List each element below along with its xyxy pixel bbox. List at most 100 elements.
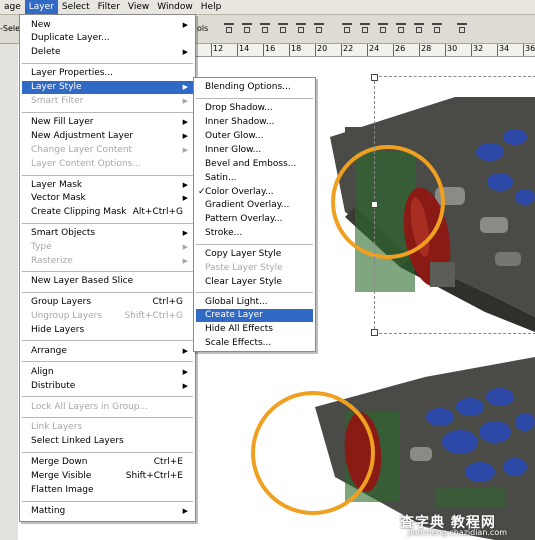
menu-item-group-layers[interactable]: Group Layers Ctrl+G bbox=[22, 296, 193, 309]
menu-item-outer-glow[interactable]: Outer Glow... bbox=[196, 130, 313, 143]
menu-window[interactable]: Window bbox=[153, 0, 197, 14]
align-right-icon[interactable] bbox=[312, 20, 327, 36]
menu-separator bbox=[22, 501, 193, 502]
menu-item-merge-down[interactable]: Merge Down Ctrl+E bbox=[22, 456, 193, 469]
menu-item-distribute[interactable]: Distribute ▶ bbox=[22, 380, 193, 393]
menu-item-global-light[interactable]: Global Light... bbox=[196, 296, 313, 309]
align-left-icon[interactable] bbox=[276, 20, 291, 36]
submenu-arrow-icon: ▶ bbox=[182, 97, 188, 105]
menu-item-layer-mask[interactable]: Layer Mask ▶ bbox=[22, 179, 193, 192]
distribute-right-icon[interactable] bbox=[430, 20, 445, 36]
menu-item-create-layer[interactable]: Create Layer bbox=[196, 309, 313, 322]
menu-item-type[interactable]: Type ▶ bbox=[22, 241, 193, 254]
menu-separator bbox=[22, 361, 193, 362]
menu-item-change-layer-content[interactable]: Change Layer Content ▶ bbox=[22, 144, 193, 157]
menu-item-rasterize[interactable]: Rasterize ▶ bbox=[22, 255, 193, 268]
menu-item-matting[interactable]: Matting ▶ bbox=[22, 505, 193, 518]
distribute-vcenter-icon[interactable] bbox=[358, 20, 373, 36]
menu-item-layer-style[interactable]: Layer Style ▶ bbox=[22, 81, 193, 94]
submenu-arrow-icon: ▶ bbox=[182, 347, 188, 355]
ruler-tick: 36 bbox=[523, 44, 535, 56]
ruler-tick: 12 bbox=[211, 44, 223, 56]
menu-item-stroke[interactable]: Stroke... bbox=[196, 227, 313, 240]
menu-item-ungroup-layers[interactable]: Ungroup Layers Shift+Ctrl+G bbox=[22, 310, 193, 323]
menu-item-delete[interactable]: Delete ▶ bbox=[22, 46, 193, 59]
horizontal-ruler[interactable]: 12 14 16 18 20 22 24 26 28 30 32 34 36 bbox=[195, 44, 535, 57]
menu-item-link-layers[interactable]: Link Layers bbox=[22, 421, 193, 434]
menu-item-color-overlay[interactable]: ✓ Color Overlay... bbox=[196, 186, 313, 199]
menu-item-align[interactable]: Align ▶ bbox=[22, 366, 193, 379]
menu-select[interactable]: Select bbox=[58, 0, 94, 14]
layer-menu: New ▶ Duplicate Layer... Delete ▶ Layer Pr… bbox=[19, 14, 196, 522]
align-buttons bbox=[222, 20, 327, 38]
transform-bounding-box[interactable] bbox=[374, 76, 535, 334]
ruler-tick: 14 bbox=[237, 44, 249, 56]
menu-item-inner-glow[interactable]: Inner Glow... bbox=[196, 144, 313, 157]
menu-item-hide-all-effects[interactable]: Hide All Effects bbox=[196, 323, 313, 336]
auto-align-button bbox=[455, 20, 470, 38]
menu-view[interactable]: View bbox=[124, 0, 153, 14]
menu-item-scale-effects[interactable]: Scale Effects... bbox=[196, 337, 313, 350]
transform-handle[interactable] bbox=[371, 74, 378, 81]
menu-separator bbox=[196, 98, 313, 99]
transform-handle[interactable] bbox=[371, 329, 378, 336]
menu-item-satin[interactable]: Satin... bbox=[196, 172, 313, 185]
submenu-arrow-icon: ▶ bbox=[182, 368, 188, 376]
menu-item-copy-layer-style[interactable]: Copy Layer Style bbox=[196, 248, 313, 261]
menu-separator bbox=[22, 271, 193, 272]
menu-item-create-clipping-mask[interactable]: Create Clipping Mask Alt+Ctrl+G bbox=[22, 206, 193, 219]
menu-item-flatten-image[interactable]: Flatten Image bbox=[22, 484, 193, 497]
submenu-arrow-icon: ▶ bbox=[182, 229, 188, 237]
menu-item-smart-objects[interactable]: Smart Objects ▶ bbox=[22, 227, 193, 240]
menu-item-bevel-emboss[interactable]: Bevel and Emboss... bbox=[196, 158, 313, 171]
align-hcenter-icon[interactable] bbox=[294, 20, 309, 36]
menu-layer[interactable]: Layer bbox=[24, 0, 58, 14]
menu-item-new[interactable]: New ▶ bbox=[22, 19, 193, 32]
ruler-tick: 18 bbox=[289, 44, 301, 56]
ruler-tick: 34 bbox=[497, 44, 509, 56]
menu-item-merge-visible[interactable]: Merge Visible Shift+Ctrl+E bbox=[22, 470, 193, 483]
submenu-arrow-icon: ▶ bbox=[182, 118, 188, 126]
menu-item-pattern-overlay[interactable]: Pattern Overlay... bbox=[196, 213, 313, 226]
menu-separator bbox=[22, 417, 193, 418]
menu-item-paste-layer-style[interactable]: Paste Layer Style bbox=[196, 262, 313, 275]
menu-separator bbox=[22, 223, 193, 224]
menu-item-new-fill-layer[interactable]: New Fill Layer ▶ bbox=[22, 116, 193, 129]
submenu-arrow-icon: ▶ bbox=[182, 243, 188, 251]
menu-item-smart-filter[interactable]: Smart Filter ▶ bbox=[22, 95, 193, 108]
menu-item-layer-content-options[interactable]: Layer Content Options... bbox=[22, 158, 193, 171]
align-top-icon[interactable] bbox=[222, 20, 237, 36]
menu-item-new-adjustment-layer[interactable]: New Adjustment Layer ▶ bbox=[22, 130, 193, 143]
menu-item-clear-layer-style[interactable]: Clear Layer Style bbox=[196, 276, 313, 289]
distribute-left-icon[interactable] bbox=[394, 20, 409, 36]
menu-help[interactable]: Help bbox=[197, 0, 226, 14]
transform-handle[interactable] bbox=[371, 201, 378, 208]
menu-item-duplicate-layer[interactable]: Duplicate Layer... bbox=[22, 32, 193, 45]
checkmark-icon: ✓ bbox=[198, 187, 206, 197]
menu-separator bbox=[196, 244, 313, 245]
align-bottom-icon[interactable] bbox=[258, 20, 273, 36]
menu-item-select-linked-layers[interactable]: Select Linked Layers bbox=[22, 435, 193, 448]
menu-item-lock-all-layers[interactable]: Lock All Layers in Group... bbox=[22, 401, 193, 414]
auto-align-icon[interactable] bbox=[455, 20, 470, 36]
menu-item-gradient-overlay[interactable]: Gradient Overlay... bbox=[196, 199, 313, 212]
menu-item-hide-layers[interactable]: Hide Layers bbox=[22, 324, 193, 337]
distribute-bottom-icon[interactable] bbox=[376, 20, 391, 36]
menu-item-blending-options[interactable]: Blending Options... bbox=[196, 81, 313, 94]
menu-image[interactable]: age bbox=[0, 0, 25, 14]
menu-item-vector-mask[interactable]: Vector Mask ▶ bbox=[22, 192, 193, 205]
menu-separator bbox=[22, 63, 193, 64]
menu-item-new-layer-based-slice[interactable]: New Layer Based Slice bbox=[22, 275, 193, 288]
menu-item-layer-properties[interactable]: Layer Properties... bbox=[22, 67, 193, 80]
align-vcenter-icon[interactable] bbox=[240, 20, 255, 36]
menu-filter[interactable]: Filter bbox=[94, 0, 124, 14]
submenu-arrow-icon: ▶ bbox=[182, 507, 188, 515]
distribute-buttons bbox=[340, 20, 445, 38]
menu-separator bbox=[22, 396, 193, 397]
distribute-hcenter-icon[interactable] bbox=[412, 20, 427, 36]
auto-select-label: -Sele bbox=[0, 24, 21, 33]
menu-item-arrange[interactable]: Arrange ▶ bbox=[22, 345, 193, 358]
menu-item-inner-shadow[interactable]: Inner Shadow... bbox=[196, 116, 313, 129]
distribute-top-icon[interactable] bbox=[340, 20, 355, 36]
menu-item-drop-shadow[interactable]: Drop Shadow... bbox=[196, 102, 313, 115]
